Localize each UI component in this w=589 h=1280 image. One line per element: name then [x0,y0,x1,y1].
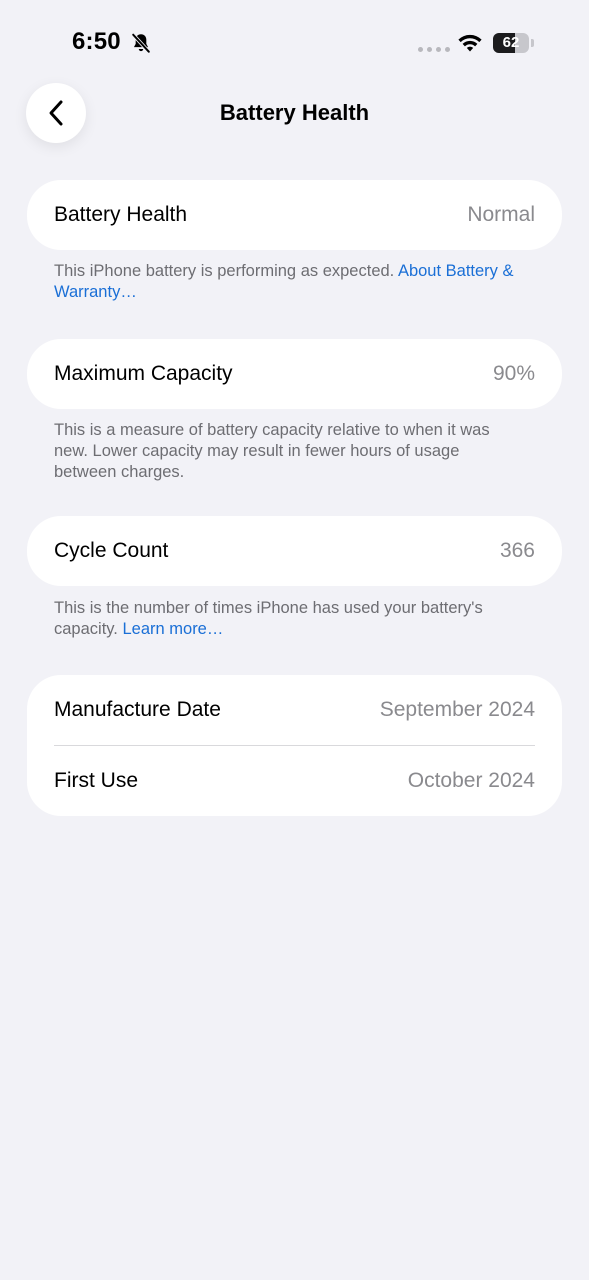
cycle-count-note: This is the number of times iPhone has u… [54,598,524,640]
cycle-count-value: 366 [499,539,535,562]
battery-health-note: This iPhone battery is performing as exp… [54,261,524,303]
manufacture-date-label: Manufacture Date [54,698,221,721]
maximum-capacity-row: Maximum Capacity 90% [27,339,562,409]
battery-health-screen: 6:50 62 Battery Health Battery Health No… [0,0,589,1280]
bell-slash-icon [131,33,151,53]
cycle-count-note-text: This is the number of times iPhone has u… [54,599,483,638]
manufacture-date-row: Manufacture Date September 2024 [27,675,562,745]
battery-health-label: Battery Health [54,203,188,226]
maximum-capacity-note: This is a measure of battery capacity re… [54,421,490,481]
dates-card: Manufacture Date September 2024 First Us… [27,675,562,816]
first-use-label: First Use [54,769,138,792]
first-use-value: October 2024 [407,769,535,792]
status-time: 6:50 [72,28,121,55]
cellular-signal-icon [418,47,450,52]
learn-more-link[interactable]: Learn more… [122,620,223,638]
battery-level: 62 [502,34,520,51]
battery-health-row: Battery Health Normal [27,180,562,250]
first-use-row: First Use October 2024 [27,746,562,816]
cycle-count-label: Cycle Count [54,539,169,562]
page-title: Battery Health [219,100,370,125]
maximum-capacity-label: Maximum Capacity [54,362,233,385]
battery-tip [531,39,534,47]
battery-icon: 62 [493,33,529,53]
manufacture-date-value: September 2024 [379,698,535,721]
wifi-icon [458,34,482,52]
maximum-capacity-card: Maximum Capacity 90% [27,339,562,409]
battery-health-card: Battery Health Normal [27,180,562,250]
cycle-count-card: Cycle Count 366 [27,516,562,586]
battery-health-note-text: This iPhone battery is performing as exp… [54,262,395,280]
battery-health-value: Normal [467,203,535,226]
maximum-capacity-value: 90% [492,362,535,385]
cycle-count-row: Cycle Count 366 [27,516,562,586]
